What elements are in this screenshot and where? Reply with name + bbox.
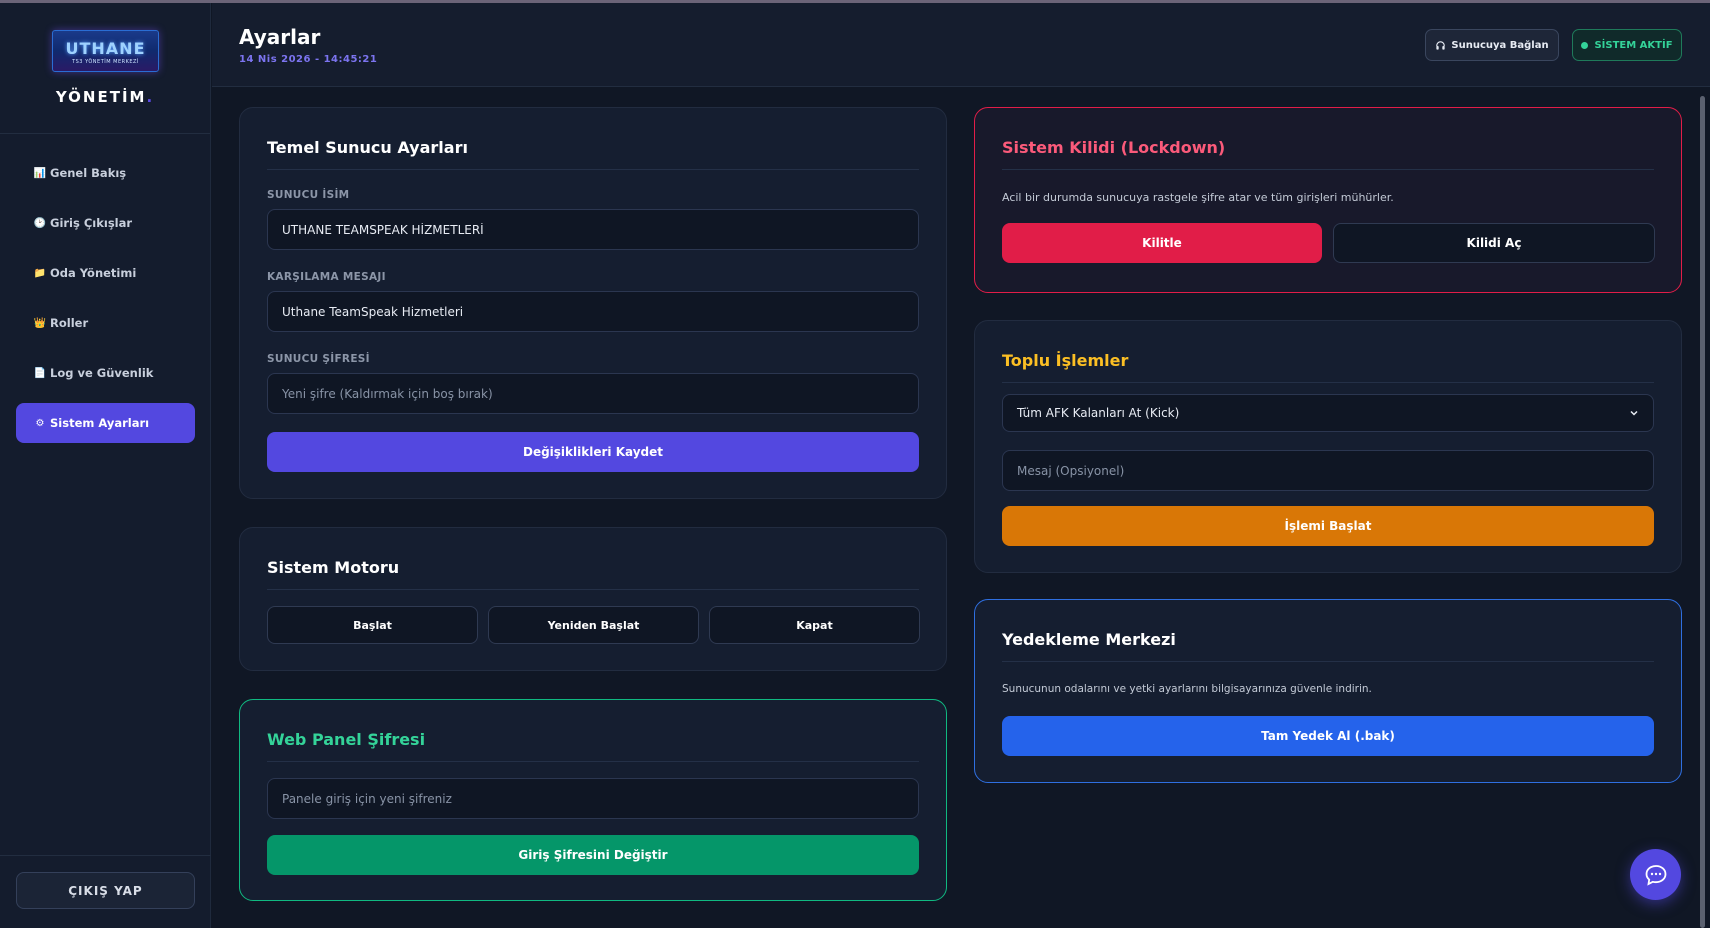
save-changes-button[interactable]: Değişiklikleri Kaydet: [267, 432, 919, 472]
logo-subtext: TS3 YÖNETİM MERKEZİ: [72, 59, 139, 65]
welcome-message-input[interactable]: [267, 291, 919, 332]
bulk-action-select[interactable]: Tüm AFK Kalanları At (Kick): [1002, 394, 1654, 432]
welcome-message-label: KARŞILAMA MESAJI: [267, 271, 386, 283]
brand-logo: UTHANE TS3 YÖNETİM MERKEZİ: [52, 30, 159, 72]
full-backup-button[interactable]: Tam Yedek Al (.bak): [1002, 716, 1654, 756]
top-header: Ayarlar 14 Nis 2026 - 14:45:21 Sunucuya …: [212, 3, 1710, 87]
clock-icon: 🕑: [33, 217, 47, 229]
system-engine-title: Sistem Motoru: [267, 558, 400, 577]
logout-button[interactable]: ÇIKIŞ YAP: [16, 872, 195, 909]
sidebar-item-roles[interactable]: 👑 Roller: [16, 303, 195, 343]
document-icon: 📄: [33, 367, 47, 379]
sidebar-item-label: Giriş Çıkışlar: [50, 216, 133, 230]
sidebar-nav: 📊 Genel Bakış 🕑 Giriş Çıkışlar 📁 Oda Yön…: [16, 153, 195, 453]
page-title: Ayarlar: [239, 25, 321, 49]
chat-bubble-icon: [1645, 864, 1666, 886]
unlock-button[interactable]: Kilidi Aç: [1333, 223, 1655, 263]
brand: UTHANE TS3 YÖNETİM MERKEZİ YÖNETİM.: [0, 3, 210, 134]
divider: [1002, 661, 1654, 662]
chevron-down-icon: [1630, 410, 1638, 416]
backup-description: Sunucunun odalarını ve yetki ayarlarını …: [1002, 683, 1372, 695]
lock-button[interactable]: Kilitle: [1002, 223, 1322, 263]
web-panel-password-title: Web Panel Şifresi: [267, 730, 426, 749]
chat-button[interactable]: [1630, 849, 1681, 900]
start-operation-button[interactable]: İşlemi Başlat: [1002, 506, 1654, 546]
sidebar-item-logins[interactable]: 🕑 Giriş Çıkışlar: [16, 203, 195, 243]
server-settings-title: Temel Sunucu Ayarları: [267, 138, 468, 157]
bulk-operations-title: Toplu İşlemler: [1002, 351, 1129, 370]
brand-title-dot: .: [146, 88, 155, 106]
system-status-label: SİSTEM AKTİF: [1594, 39, 1673, 51]
engine-stop-button[interactable]: Kapat: [709, 606, 920, 644]
sidebar-item-logs[interactable]: 📄 Log ve Güvenlik: [16, 353, 195, 393]
system-engine-card: Sistem Motoru Başlat Yeniden Başlat Kapa…: [239, 527, 947, 671]
server-name-input[interactable]: [267, 209, 919, 250]
bulk-message-input[interactable]: [1002, 450, 1654, 491]
change-login-password-button[interactable]: Giriş Şifresini Değiştir: [267, 835, 919, 875]
crown-icon: 👑: [33, 317, 47, 329]
server-password-label: SUNUCU ŞİFRESİ: [267, 353, 370, 365]
brand-title: YÖNETİM.: [0, 88, 210, 106]
lockdown-card: Sistem Kilidi (Lockdown) Acil bir durumd…: [974, 107, 1682, 293]
sidebar-item-settings[interactable]: ⚙ Sistem Ayarları: [16, 403, 195, 443]
engine-restart-button[interactable]: Yeniden Başlat: [488, 606, 699, 644]
sidebar-item-label: Sistem Ayarları: [50, 416, 150, 430]
web-panel-password-input[interactable]: [267, 778, 919, 819]
engine-start-button[interactable]: Başlat: [267, 606, 478, 644]
headset-icon: [1436, 40, 1446, 50]
sidebar-item-label: Log ve Güvenlik: [50, 366, 154, 380]
server-name-label: SUNUCU İSİM: [267, 189, 350, 201]
lockdown-description: Acil bir durumda sunucuya rastgele şifre…: [1002, 191, 1394, 204]
sidebar-footer: ÇIKIŞ YAP: [0, 855, 211, 909]
sidebar-item-label: Roller: [50, 316, 89, 330]
bulk-action-selected: Tüm AFK Kalanları At (Kick): [1017, 406, 1180, 420]
web-panel-password-card: Web Panel Şifresi Giriş Şifresini Değişt…: [239, 699, 947, 901]
server-settings-card: Temel Sunucu Ayarları SUNUCU İSİM KARŞIL…: [239, 107, 947, 499]
page-datetime: 14 Nis 2026 - 14:45:21: [239, 54, 378, 65]
divider: [267, 761, 919, 762]
backup-center-title: Yedekleme Merkezi: [1002, 630, 1176, 649]
server-password-input[interactable]: [267, 373, 919, 414]
sidebar-item-label: Genel Bakış: [50, 166, 127, 180]
gear-icon: ⚙: [35, 417, 45, 429]
divider: [267, 169, 919, 170]
logo-text: UTHANE: [65, 39, 146, 58]
connect-server-label: Sunucuya Bağlan: [1451, 39, 1549, 51]
sidebar-item-rooms[interactable]: 📁 Oda Yönetimi: [16, 253, 195, 293]
lockdown-title: Sistem Kilidi (Lockdown): [1002, 138, 1226, 157]
status-dot-icon: [1581, 41, 1589, 49]
sidebar-item-overview[interactable]: 📊 Genel Bakış: [16, 153, 195, 193]
connect-server-button[interactable]: Sunucuya Bağlan: [1425, 29, 1559, 61]
chart-icon: 📊: [33, 167, 47, 179]
divider: [1002, 169, 1654, 170]
brand-title-text: YÖNETİM: [55, 88, 147, 106]
divider: [1002, 382, 1654, 383]
backup-center-card: Yedekleme Merkezi Sunucunun odalarını ve…: [974, 599, 1682, 783]
sidebar-item-label: Oda Yönetimi: [50, 266, 137, 280]
sidebar: UTHANE TS3 YÖNETİM MERKEZİ YÖNETİM. 📊 Ge…: [0, 3, 211, 928]
system-status-badge: SİSTEM AKTİF: [1572, 29, 1682, 61]
page-scrollbar[interactable]: [1700, 96, 1705, 928]
bulk-operations-card: Toplu İşlemler Tüm AFK Kalanları At (Kic…: [974, 320, 1682, 573]
folder-icon: 📁: [33, 267, 47, 279]
divider: [267, 589, 919, 590]
